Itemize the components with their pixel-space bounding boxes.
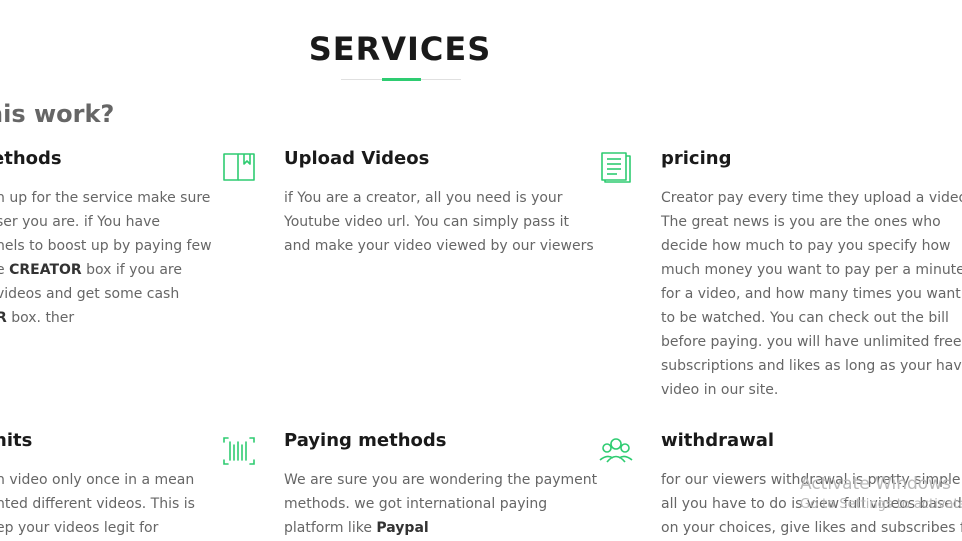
document-icon (599, 150, 633, 184)
page-title: SERVICES (308, 30, 492, 68)
people-icon (599, 434, 633, 468)
card-line: Creator pay every time they upload a vid… (661, 190, 962, 206)
card-title-pricing: pricing (661, 148, 732, 169)
card-title-paying-methods: Paying methods (284, 430, 447, 451)
card-line: Youtube video url. You can simply pass i… (284, 214, 569, 230)
card-line: methods. we got international paying (284, 496, 548, 512)
card-line: n video only once in a mean (0, 472, 195, 488)
card-line: platform like Paypal (284, 520, 429, 536)
card-line: R box. ther (0, 306, 212, 330)
card-line: nted different videos. This is (0, 496, 195, 512)
card-title-payment-methods-partial: ethods (0, 148, 62, 169)
card-line: much money you want to pay per a minute (661, 262, 962, 278)
bold-keyword: R (0, 310, 7, 326)
card-body-paying-methods: We are sure you are wondering the paymen… (284, 468, 597, 540)
barcode-icon (222, 434, 256, 468)
card-body-partial-left-top: n up for the service make sure ser you ar… (0, 186, 212, 330)
card-body-partial-left-bottom: n video only once in a mean nted differen… (0, 468, 195, 540)
card-line: for a video, and how many times you want… (661, 286, 962, 302)
card-line: decide how much to pay you specify how (661, 238, 951, 254)
card-line: on your choices, give likes and subscrib… (661, 520, 962, 536)
card-line: ep your videos legit for (0, 520, 159, 536)
card-line: subscriptions and likes as long as your … (661, 358, 962, 374)
card-line: We are sure you are wondering the paymen… (284, 472, 598, 488)
card-line: if You are a creator, all you need is yo… (284, 190, 563, 206)
bold-keyword: Paypal (376, 520, 429, 536)
section-heading: his work? (0, 100, 115, 128)
card-body-pricing: Creator pay every time they upload a vid… (661, 186, 962, 402)
card-line: ser you are. if You have (0, 214, 161, 230)
title-accent-bar (382, 78, 421, 81)
card-line: The great news is you are the ones who (661, 214, 941, 230)
card-body-upload-videos: if You are a creator, all you need is yo… (284, 186, 594, 258)
card-line: to be watched. You can check out the bil… (661, 310, 949, 326)
card-line: before paying. you will have unlimited f… (661, 334, 962, 350)
card-line: videos and get some cash (0, 286, 180, 302)
card-title-withdrawal: withdrawal (661, 430, 775, 451)
card-line: e CREATOR box if you are (0, 262, 182, 278)
card-line: nels to boost up by paying few (0, 238, 212, 254)
card-title-limits-partial: nits (0, 430, 33, 451)
activate-windows-watermark: Activate Windows (800, 474, 951, 494)
card-title-upload-videos: Upload Videos (284, 148, 430, 169)
book-icon (222, 150, 256, 184)
bold-keyword: CREATOR (9, 262, 82, 278)
card-line: video in our site. (661, 382, 779, 398)
card-line: n up for the service make sure (0, 190, 211, 206)
card-line: and make your video viewed by our viewer… (284, 238, 594, 254)
activate-windows-subtext: Go to Settings to activate (800, 497, 962, 512)
